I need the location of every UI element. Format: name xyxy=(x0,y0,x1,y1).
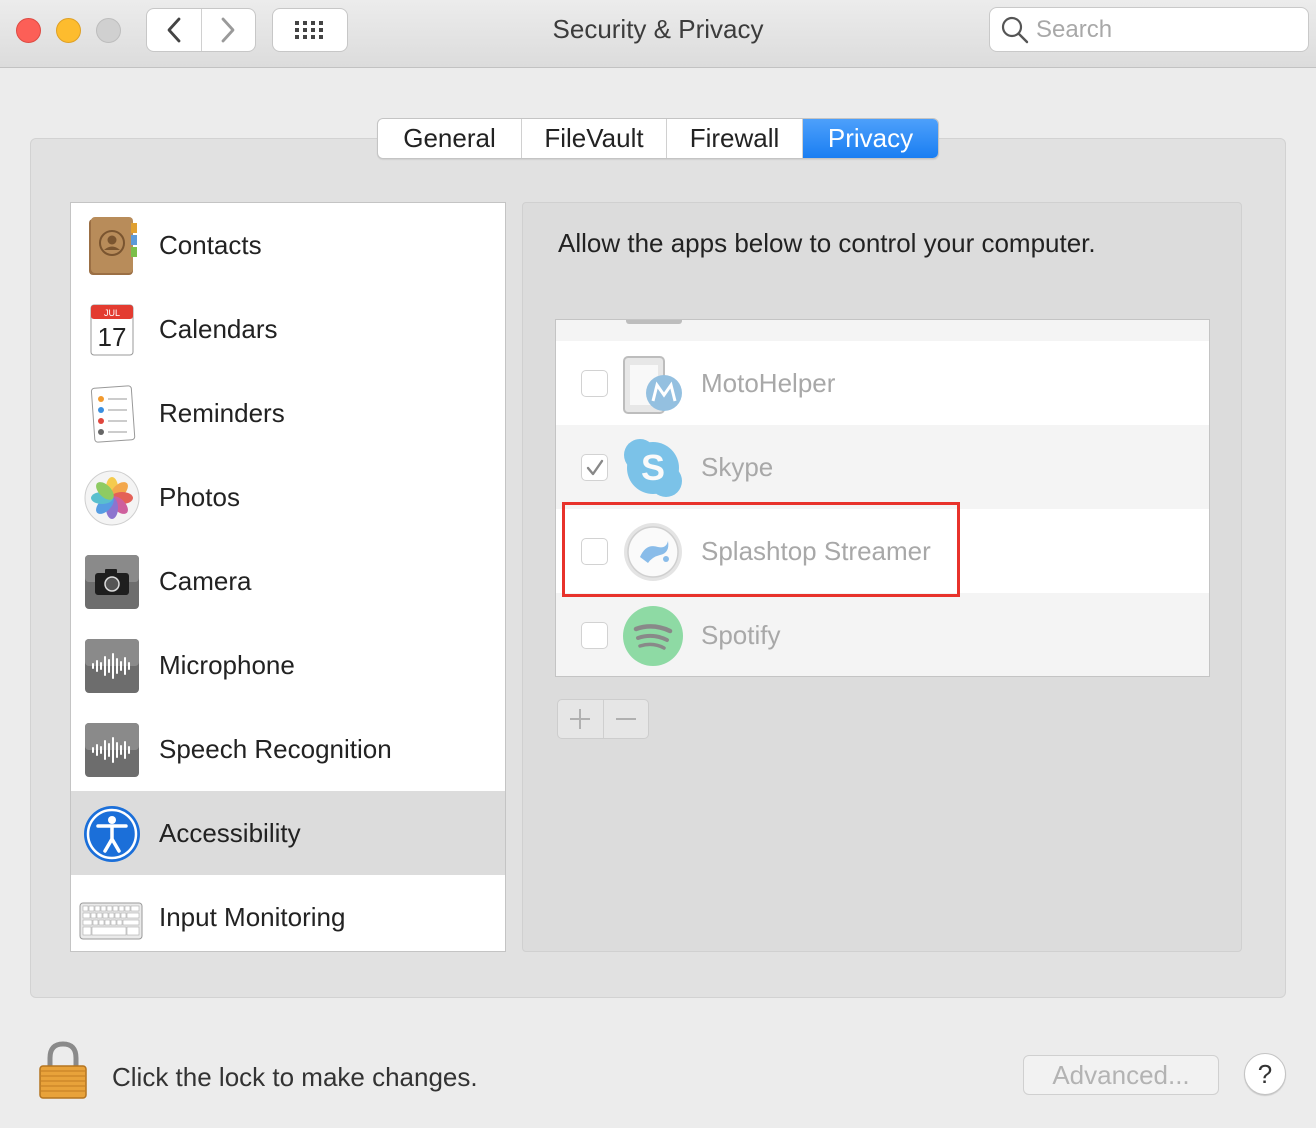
sidebar-item-label: Contacts xyxy=(159,229,262,260)
sidebar-item-label: Calendars xyxy=(159,313,278,344)
svg-text:S: S xyxy=(641,447,665,488)
splashtop-streamer-checkbox[interactable] xyxy=(581,538,608,565)
sidebar-item-label: Microphone xyxy=(159,649,295,680)
app-name: Spotify xyxy=(701,620,781,650)
accessibility-icon xyxy=(84,806,140,862)
sidebar-item-reminders[interactable]: Reminders xyxy=(71,371,505,455)
spotify-icon xyxy=(623,606,683,666)
lock-icon[interactable] xyxy=(36,1040,90,1100)
sidebar-item-label: Accessibility xyxy=(159,817,301,848)
sidebar-item-label: Camera xyxy=(159,565,252,596)
minus-icon xyxy=(615,718,636,720)
title-bar: Security & Privacy xyxy=(0,0,1316,68)
microphone-icon xyxy=(85,639,139,693)
add-app-button[interactable] xyxy=(558,700,603,738)
sidebar-item-label: Input Monitoring xyxy=(159,901,346,932)
calendar-icon: JUL 17 xyxy=(90,304,134,356)
tab-privacy[interactable]: Privacy xyxy=(802,119,938,158)
svg-text:17: 17 xyxy=(98,322,127,352)
app-row-splashtop-streamer[interactable]: Splashtop Streamer xyxy=(556,509,1209,593)
sidebar-item-accessibility[interactable]: Accessibility xyxy=(71,791,505,875)
tab-general[interactable]: General xyxy=(378,119,521,158)
app-row-motohelper[interactable]: MotoHelper xyxy=(556,341,1209,425)
sidebar-item-label: Reminders xyxy=(159,397,285,428)
tab-bar: General FileVault Firewall Privacy xyxy=(377,118,939,159)
sidebar-item-photos[interactable]: Photos xyxy=(71,455,505,539)
list-item-partial xyxy=(556,320,1209,341)
remove-app-button[interactable] xyxy=(602,700,649,738)
checkmark-icon xyxy=(586,459,603,475)
camera-icon xyxy=(85,555,139,609)
keyboard-icon xyxy=(79,902,143,940)
sidebar-item-label: Photos xyxy=(159,481,240,512)
contacts-icon xyxy=(89,217,137,275)
search-field[interactable] xyxy=(989,7,1309,52)
svg-text:JUL: JUL xyxy=(104,308,120,318)
speech-recognition-icon xyxy=(85,723,139,777)
sidebar-item-camera[interactable]: Camera xyxy=(71,539,505,623)
app-name: Skype xyxy=(701,452,774,482)
motohelper-icon xyxy=(623,356,682,414)
skype-checkbox[interactable] xyxy=(581,454,608,481)
app-list[interactable]: MotoHelper S Skype Splashtop Streamer Sp… xyxy=(555,319,1210,677)
sidebar-item-label: Speech Recognition xyxy=(159,733,392,764)
sidebar-item-calendars[interactable]: JUL 17 Calendars xyxy=(71,287,505,371)
reminders-icon xyxy=(90,385,136,443)
tab-firewall[interactable]: Firewall xyxy=(666,119,802,158)
skype-icon: S xyxy=(624,439,682,497)
spotify-checkbox[interactable] xyxy=(581,622,608,649)
sidebar-item-microphone[interactable]: Microphone xyxy=(71,623,505,707)
search-input[interactable] xyxy=(1036,15,1296,44)
add-remove-control xyxy=(557,699,649,739)
help-button[interactable]: ? xyxy=(1244,1053,1286,1095)
panel-description: Allow the apps below to control your com… xyxy=(558,228,1096,258)
photos-icon xyxy=(84,470,140,526)
privacy-category-list[interactable]: Contacts JUL 17 Calendars Reminders Phot… xyxy=(70,202,506,952)
plus-icon xyxy=(570,709,591,729)
lock-message: Click the lock to make changes. xyxy=(112,1062,478,1092)
app-row-skype[interactable]: S Skype xyxy=(556,425,1209,509)
sidebar-item-contacts[interactable]: Contacts xyxy=(71,203,505,287)
splashtop-icon xyxy=(624,523,682,581)
sidebar-item-input-monitoring[interactable]: Input Monitoring xyxy=(71,875,505,951)
app-name: MotoHelper xyxy=(701,368,836,398)
app-row-spotify[interactable]: Spotify xyxy=(556,593,1209,676)
motohelper-checkbox[interactable] xyxy=(581,370,608,397)
app-name: Splashtop Streamer xyxy=(701,536,931,566)
tab-filevault[interactable]: FileVault xyxy=(521,119,666,158)
sidebar-item-speech-recognition[interactable]: Speech Recognition xyxy=(71,707,505,791)
advanced-button[interactable]: Advanced... xyxy=(1023,1055,1219,1095)
search-icon xyxy=(1001,16,1029,43)
